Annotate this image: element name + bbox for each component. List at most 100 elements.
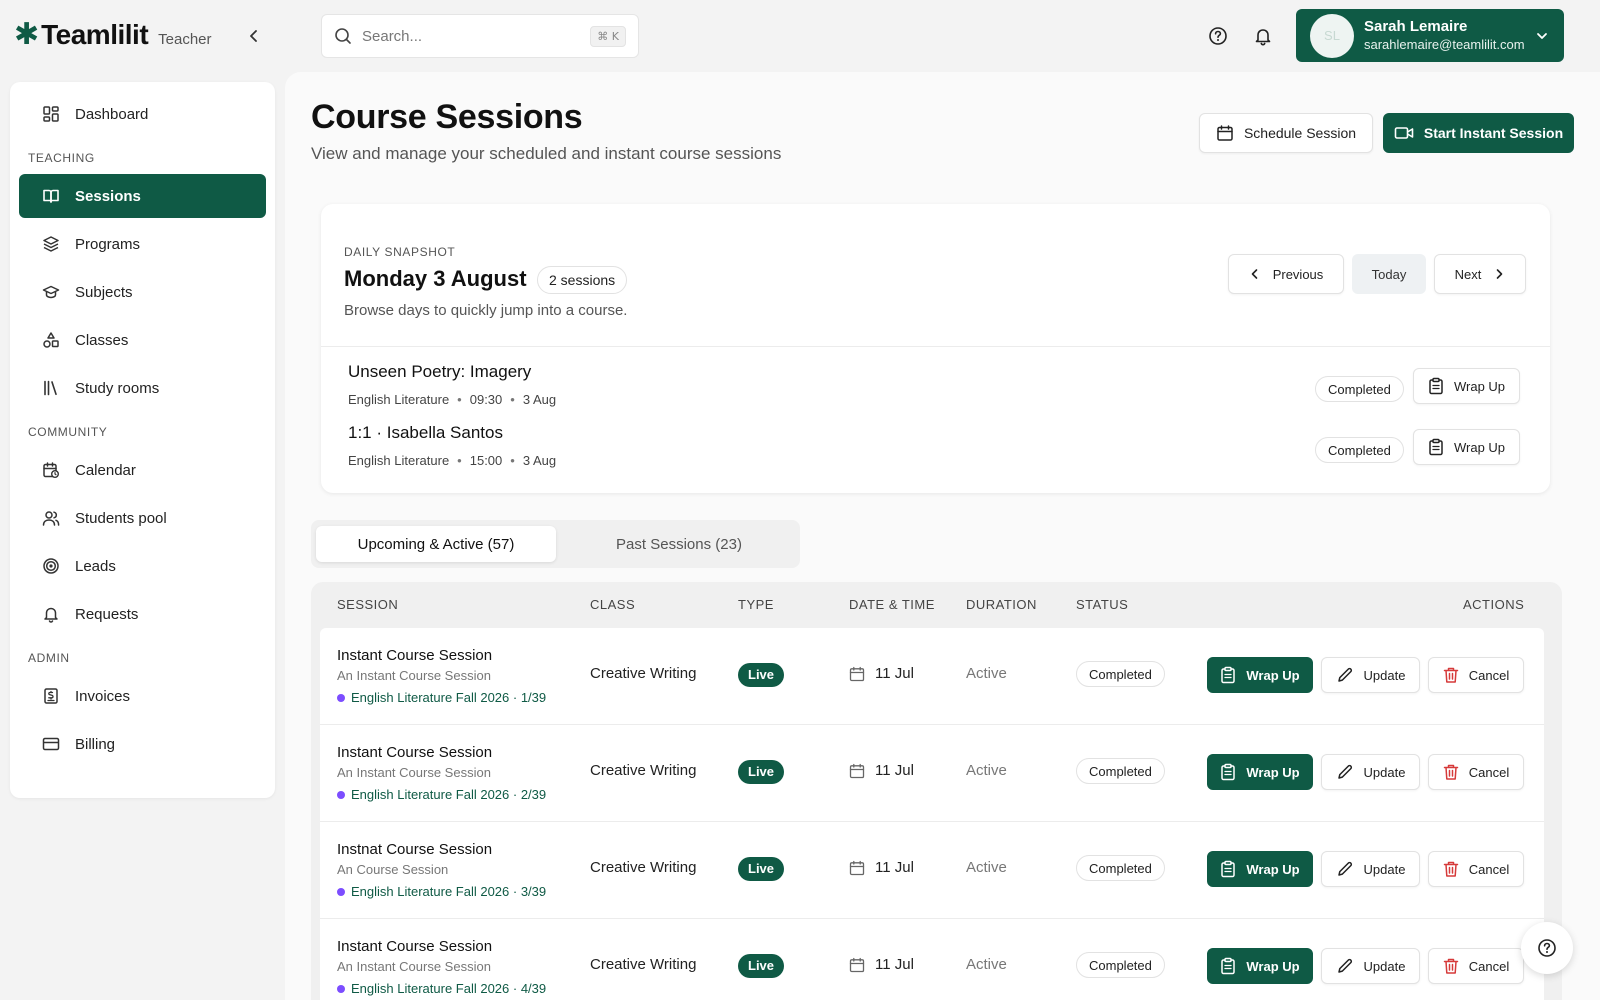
column-header-status[interactable]: STATUS	[1076, 582, 1128, 628]
search-input[interactable]	[362, 27, 582, 45]
wrap-up-button[interactable]: Wrap Up	[1207, 851, 1313, 887]
update-button[interactable]: Update	[1321, 851, 1420, 887]
wrap-up-button[interactable]: Wrap Up	[1207, 948, 1313, 984]
column-header-duration[interactable]: DURATION	[966, 582, 1037, 628]
session-date: 11 Jul	[849, 665, 914, 682]
users-icon	[41, 508, 61, 528]
session-program[interactable]: English Literature Fall 2026 · 1/39	[337, 690, 546, 705]
help-button[interactable]	[1521, 922, 1573, 974]
help-icon[interactable]	[1206, 24, 1230, 48]
sidebar-item-programs[interactable]: Programs	[19, 222, 266, 266]
cancel-button[interactable]: Cancel	[1428, 851, 1524, 887]
column-header-type[interactable]: TYPE	[738, 582, 774, 628]
session-date: 11 Jul	[849, 859, 914, 876]
wrap-up-label: Wrap Up	[1246, 667, 1300, 683]
sidebar-item-label: Invoices	[75, 687, 131, 705]
snapshot-header: DAILY SNAPSHOT Monday 3 August 2 session…	[321, 204, 1550, 347]
avatar: SL	[1310, 13, 1354, 58]
trash-icon	[1443, 957, 1459, 975]
snapshot-session-meta: English Literature • 15:00 • 3 Aug	[348, 453, 557, 468]
sidebar-item-dashboard[interactable]: Dashboard	[19, 92, 266, 136]
sidebar-item-billing[interactable]: Billing	[19, 722, 266, 766]
cancel-label: Cancel	[1468, 861, 1510, 877]
program-label: English Literature Fall 2026 · 4/39	[351, 981, 547, 996]
cancel-button[interactable]: Cancel	[1428, 657, 1524, 693]
session-duration: Active	[966, 665, 1007, 682]
status-badge: Completed	[1076, 661, 1165, 687]
table-row[interactable]: Instnat Course Session An Course Session…	[320, 822, 1544, 919]
sidebar-item-calendar[interactable]: Calendar	[19, 448, 266, 492]
column-header-date-time[interactable]: DATE & TIME	[849, 582, 935, 628]
update-button[interactable]: Update	[1321, 754, 1420, 790]
pencil-icon	[1336, 666, 1354, 684]
previous-day-button[interactable]: Previous	[1228, 254, 1344, 294]
cancel-button[interactable]: Cancel	[1428, 948, 1524, 984]
status-badge: Completed	[1076, 855, 1165, 881]
trash-icon	[1443, 666, 1459, 684]
sidebar-item-subjects[interactable]: Subjects	[19, 270, 266, 314]
session-subtitle: An Course Session	[337, 862, 449, 877]
schedule-session-button[interactable]: Schedule Session	[1199, 113, 1373, 153]
snapshot-session[interactable]: 1:1 · Isabella Santos English Literature…	[321, 423, 1550, 483]
user-info: Sarah Lemaire sarahlemaire@teamlilit.com	[1364, 18, 1525, 54]
sidebar-item-label: Requests	[75, 605, 139, 623]
session-subject: English Literature	[348, 392, 450, 407]
today-button[interactable]: Today	[1352, 254, 1426, 294]
tab-past-sessions[interactable]: Past Sessions (23)	[566, 526, 792, 562]
cancel-label: Cancel	[1468, 764, 1510, 780]
graduation-cap-icon	[41, 282, 61, 302]
sessions-table: SESSION CLASS TYPE DATE & TIME DURATION …	[311, 582, 1562, 1000]
wrap-up-button[interactable]: Wrap Up	[1207, 657, 1313, 693]
session-program[interactable]: English Literature Fall 2026 · 3/39	[337, 884, 546, 899]
session-program[interactable]: English Literature Fall 2026 · 2/39	[337, 787, 546, 802]
collapse-sidebar-icon[interactable]	[242, 24, 266, 48]
snapshot-session[interactable]: Unseen Poetry: Imagery English Literatur…	[321, 362, 1550, 422]
sidebar-item-study-rooms[interactable]: Study rooms	[19, 366, 266, 410]
table-row[interactable]: Instant Course Session An Instant Course…	[320, 919, 1544, 1000]
start-instant-session-button[interactable]: Start Instant Session	[1383, 113, 1574, 153]
session-program[interactable]: English Literature Fall 2026 · 4/39	[337, 981, 546, 996]
user-email: sarahlemaire@teamlilit.com	[1364, 36, 1525, 52]
bell-icon[interactable]	[1251, 24, 1275, 48]
sidebar-section-teaching: TEACHING	[28, 151, 95, 165]
update-button[interactable]: Update	[1321, 948, 1420, 984]
session-title: Instant Course Session	[337, 744, 493, 761]
calendar-icon	[849, 860, 865, 876]
pencil-icon	[1336, 957, 1354, 975]
program-label: English Literature Fall 2026 · 2/39	[351, 787, 547, 802]
update-button[interactable]: Update	[1321, 657, 1420, 693]
user-menu[interactable]: SL Sarah Lemaire sarahlemaire@teamlilit.…	[1296, 9, 1564, 62]
column-header-class[interactable]: CLASS	[590, 582, 635, 628]
program-label: English Literature Fall 2026 · 1/39	[351, 690, 547, 705]
next-label: Next	[1454, 266, 1482, 282]
cancel-button[interactable]: Cancel	[1428, 754, 1524, 790]
status-badge: Completed	[1315, 437, 1404, 463]
column-header-session[interactable]: SESSION	[337, 582, 398, 628]
sidebar-item-requests[interactable]: Requests	[19, 592, 266, 636]
calendar-clock-icon	[41, 460, 61, 480]
next-day-button[interactable]: Next	[1434, 254, 1526, 294]
sidebar-item-classes[interactable]: Classes	[19, 318, 266, 362]
update-label: Update	[1363, 958, 1406, 974]
sidebar: Dashboard TEACHING Sessions Programs Sub…	[10, 82, 275, 798]
tab-upcoming-active[interactable]: Upcoming & Active (57)	[316, 526, 556, 562]
table-row[interactable]: Instant Course Session An Instant Course…	[320, 725, 1544, 822]
logo[interactable]: ✱ Teamlilit Teacher	[14, 18, 212, 52]
sidebar-item-label: Calendar	[75, 461, 136, 479]
wrap-up-button[interactable]: Wrap Up	[1207, 754, 1313, 790]
table-row[interactable]: Instant Course Session An Instant Course…	[320, 628, 1544, 725]
sidebar-item-leads[interactable]: Leads	[19, 544, 266, 588]
search-box[interactable]: ⌘ K	[321, 14, 639, 58]
sidebar-item-students-pool[interactable]: Students pool	[19, 496, 266, 540]
wrap-up-button[interactable]: Wrap Up	[1413, 368, 1520, 404]
sidebar-item-label: Classes	[75, 331, 129, 349]
wrap-up-label: Wrap Up	[1453, 378, 1506, 394]
sidebar-item-invoices[interactable]: Invoices	[19, 674, 266, 718]
sidebar-item-label: Billing	[75, 735, 116, 753]
wrap-up-button[interactable]: Wrap Up	[1413, 429, 1520, 465]
start-instant-session-label: Start Instant Session	[1423, 125, 1564, 141]
calendar-icon	[849, 666, 865, 682]
status-badge: Completed	[1315, 376, 1404, 402]
sidebar-item-sessions[interactable]: Sessions	[19, 174, 266, 218]
trash-icon	[1443, 763, 1459, 781]
